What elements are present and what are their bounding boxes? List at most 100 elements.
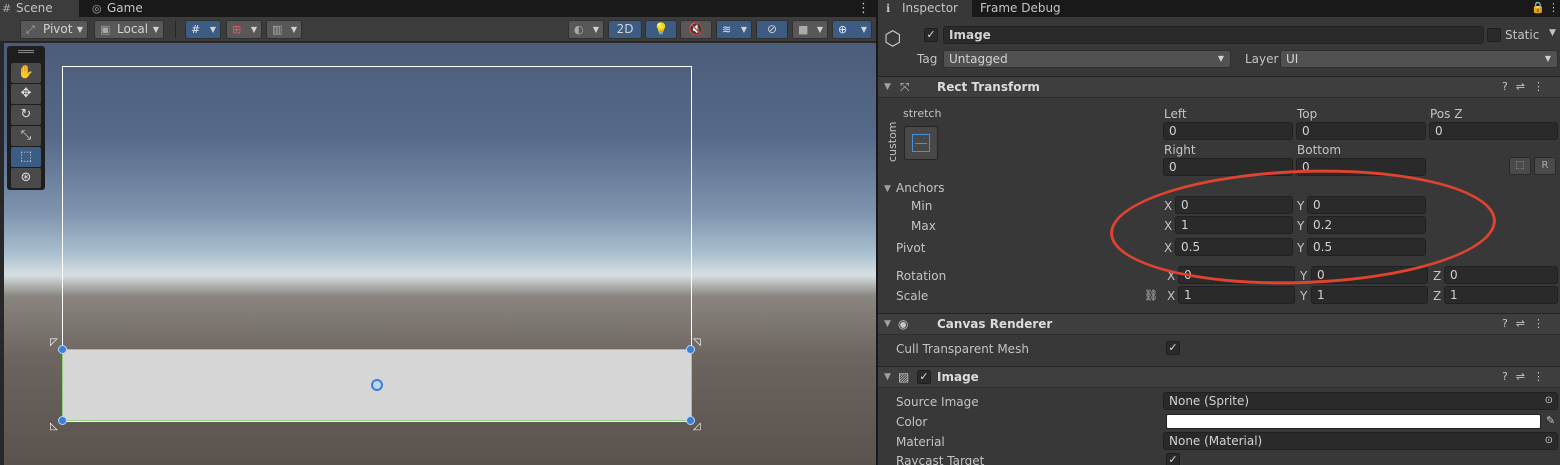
bottom-label: Bottom bbox=[1297, 143, 1342, 157]
rotation-z-input[interactable]: 0 bbox=[1444, 266, 1558, 284]
more-menu-icon[interactable]: ⋮ bbox=[857, 0, 870, 17]
move-tool-button[interactable]: ✥ bbox=[11, 84, 41, 104]
blueprint-mode-button[interactable]: ⬚ bbox=[1509, 157, 1531, 175]
tab-game[interactable]: ◎ Game bbox=[90, 0, 160, 17]
scale-z-input[interactable]: 1 bbox=[1444, 286, 1558, 304]
grid-snap-button[interactable]: # ▼ bbox=[185, 20, 221, 39]
scale-y-input[interactable]: 1 bbox=[1311, 286, 1428, 304]
anchor-side-label: custom bbox=[886, 121, 899, 162]
rect-transform-icon: ⤧ bbox=[900, 80, 910, 94]
raycast-target-checkbox[interactable]: ✓ bbox=[1166, 453, 1180, 465]
lock-icon[interactable]: 🔒 bbox=[1531, 1, 1545, 14]
rect-icon: ⬚ bbox=[19, 149, 33, 164]
tag-dropdown[interactable]: Untagged ▼ bbox=[943, 50, 1231, 68]
increment-snap-button[interactable]: ⊞ ▼ bbox=[226, 20, 262, 39]
posz-input[interactable]: 0 bbox=[1429, 122, 1558, 140]
pivot-label: Pivot bbox=[896, 241, 926, 255]
left-input[interactable]: 0 bbox=[1163, 122, 1293, 140]
scale-tool-button[interactable]: ⤡ bbox=[11, 126, 41, 146]
transform-tool-button[interactable]: ⊛ bbox=[11, 168, 41, 188]
tab-scene[interactable]: # Scene bbox=[0, 0, 79, 17]
material-label: Material bbox=[896, 435, 945, 449]
rotate-icon: ↻ bbox=[20, 107, 32, 122]
rect-handle-top-left[interactable] bbox=[58, 345, 67, 354]
component-header-icons[interactable]: ?⇌⋮ bbox=[1502, 317, 1552, 330]
anchors-foldout-icon[interactable]: ▼ bbox=[884, 184, 891, 194]
object-picker-icon[interactable]: ⊙ bbox=[1545, 393, 1553, 409]
gamepad-icon: ◎ bbox=[92, 2, 102, 15]
tab-frame-debug[interactable]: Frame Debug bbox=[980, 0, 1070, 17]
rect-transform-header[interactable]: ▼ ⤧ Rect Transform ?⇌⋮ bbox=[878, 76, 1560, 98]
constrain-proportions-icon[interactable]: ⛓ bbox=[1144, 289, 1158, 302]
image-component-header[interactable]: ▼ ▨ ✓ Image ?⇌⋮ bbox=[878, 366, 1560, 388]
component-header-icons[interactable]: ?⇌⋮ bbox=[1502, 370, 1552, 383]
source-image-label: Source Image bbox=[896, 395, 979, 409]
scale-x-label: X bbox=[1167, 289, 1176, 303]
active-checkbox[interactable]: ✓ bbox=[924, 28, 938, 42]
material-field[interactable]: None (Material) ⊙ bbox=[1163, 432, 1558, 450]
more-menu-icon[interactable]: ⋮ bbox=[1548, 1, 1559, 14]
scale-x-input[interactable]: 1 bbox=[1178, 286, 1295, 304]
scene-toolbar: ⤢ Pivot ▼ ▣ Local ▼ # ▼ ⊞ ▼ ▥ ▼ ◐ ▼ 2D 💡… bbox=[0, 17, 876, 42]
foldout-arrow-icon: ▼ bbox=[884, 372, 891, 382]
audio-toggle-button[interactable]: 🔇 bbox=[680, 20, 712, 39]
gameobject-cube-icon[interactable]: ⬡ bbox=[884, 26, 901, 50]
rect-tool-button[interactable]: ⬚ bbox=[11, 147, 41, 167]
image-icon: ▨ bbox=[898, 370, 910, 384]
source-image-field[interactable]: None (Sprite) ⊙ bbox=[1163, 392, 1558, 410]
foldout-arrow-icon: ▼ bbox=[884, 82, 891, 92]
camera-settings-dropdown[interactable]: ■ ▼ bbox=[792, 20, 828, 39]
scale-y-label: Y bbox=[1300, 289, 1308, 303]
cull-transparent-mesh-checkbox[interactable]: ✓ bbox=[1166, 341, 1180, 355]
color-swatch[interactable] bbox=[1166, 414, 1541, 429]
cube-icon: ▣ bbox=[100, 23, 111, 36]
pivot-dropdown[interactable]: ⤢ Pivot ▼ bbox=[20, 20, 88, 39]
pivot-handle[interactable] bbox=[371, 379, 383, 391]
eyedropper-icon[interactable]: ✎ bbox=[1546, 414, 1555, 427]
scene-visibility-button[interactable]: ⊘ bbox=[756, 20, 788, 39]
top-label: Top bbox=[1297, 107, 1318, 121]
anchor-bottom-right-icon[interactable]: ◿ bbox=[693, 421, 701, 432]
tool-palette: ✋ ✥ ↻ ⤡ ⬚ ⊛ bbox=[7, 46, 45, 190]
hand-tool-button[interactable]: ✋ bbox=[11, 63, 41, 83]
effects-dropdown[interactable]: ≋ ▼ bbox=[716, 20, 752, 39]
camera-icon: ■ bbox=[798, 23, 809, 36]
anchor-presets-button[interactable] bbox=[904, 126, 938, 160]
eye-icon: ◉ bbox=[898, 317, 909, 331]
chevron-down-icon: ▼ bbox=[860, 25, 867, 34]
shading-mode-button[interactable]: ◐ ▼ bbox=[568, 20, 604, 39]
eye-slash-icon: ⊘ bbox=[766, 22, 778, 36]
object-name-input[interactable]: Image bbox=[943, 26, 1484, 44]
canvas-renderer-header[interactable]: ▼ ◉ Canvas Renderer ?⇌⋮ bbox=[878, 313, 1560, 335]
anchors-label: Anchors bbox=[896, 181, 945, 195]
object-picker-icon[interactable]: ⊙ bbox=[1545, 433, 1553, 449]
gizmos-dropdown[interactable]: ⊕ ▼ bbox=[832, 20, 872, 39]
chevron-down-icon[interactable]: ▼ bbox=[1549, 28, 1556, 38]
raw-edit-button[interactable]: R bbox=[1534, 157, 1556, 175]
posz-label: Pos Z bbox=[1430, 107, 1463, 121]
grid-icon: # bbox=[2, 2, 12, 15]
image-enabled-checkbox[interactable]: ✓ bbox=[917, 370, 931, 384]
layer-dropdown[interactable]: UI ▼ bbox=[1280, 50, 1558, 68]
2d-toggle-button[interactable]: 2D bbox=[608, 20, 642, 39]
chevron-down-icon: ▼ bbox=[76, 25, 83, 34]
chevron-down-icon: ▼ bbox=[740, 25, 747, 34]
anchor-bottom-left-icon[interactable]: ◺ bbox=[50, 421, 58, 432]
lighting-toggle-button[interactable]: 💡 bbox=[645, 20, 677, 39]
anchor-top-left-icon[interactable]: ◸ bbox=[50, 337, 58, 348]
anchor-top-right-icon[interactable]: ◹ bbox=[693, 337, 701, 348]
tab-inspector[interactable]: ℹ Inspector bbox=[878, 0, 972, 17]
local-dropdown[interactable]: ▣ Local ▼ bbox=[94, 20, 164, 39]
rotation-z-label: Z bbox=[1433, 269, 1442, 283]
static-checkbox[interactable] bbox=[1487, 28, 1501, 42]
pivot-icon: ⤢ bbox=[26, 23, 35, 36]
sphere-icon: ◐ bbox=[574, 23, 584, 36]
drag-handle[interactable] bbox=[18, 50, 34, 53]
rect-handle-bottom-left[interactable] bbox=[58, 416, 67, 425]
rotate-tool-button[interactable]: ↻ bbox=[11, 105, 41, 125]
chevron-down-icon: ▼ bbox=[592, 25, 599, 34]
component-header-icons[interactable]: ?⇌⋮ bbox=[1502, 80, 1552, 93]
min-label: Min bbox=[911, 199, 933, 213]
grid-visibility-button[interactable]: ▥ ▼ bbox=[266, 20, 302, 39]
top-input[interactable]: 0 bbox=[1296, 122, 1426, 140]
